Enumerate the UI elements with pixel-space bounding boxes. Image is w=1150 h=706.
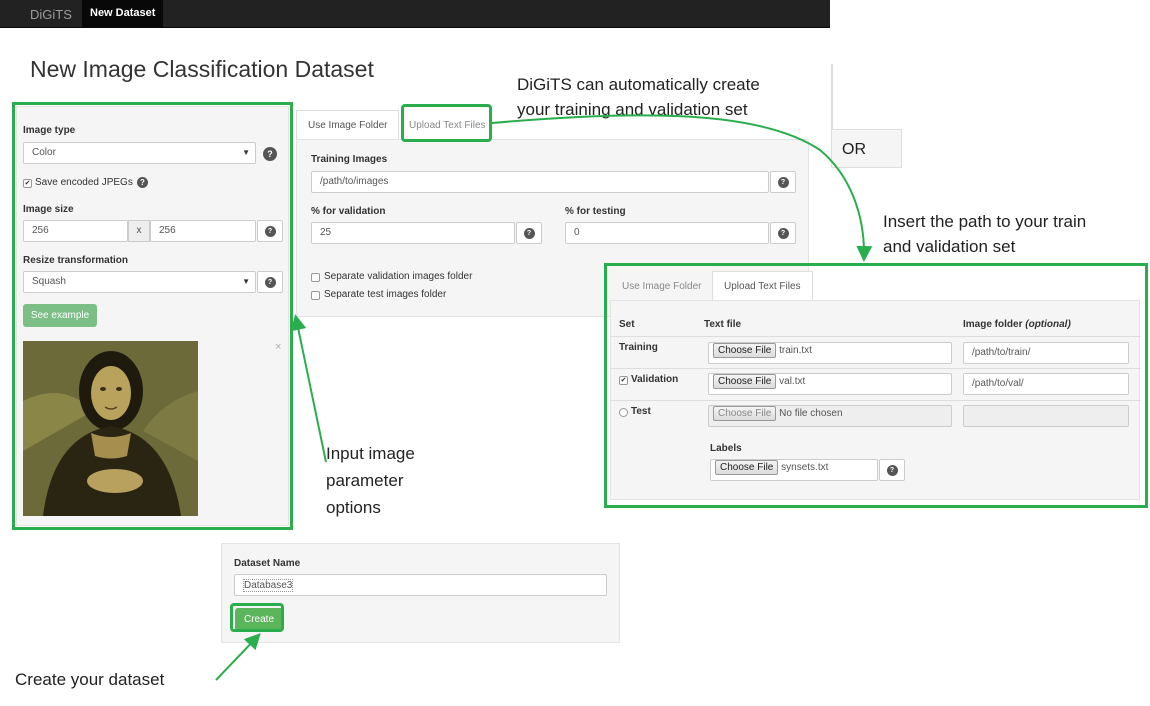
training-images-input[interactable]: /path/to/images [311, 171, 769, 193]
validation-percent-label: % for validation [311, 206, 386, 217]
text-files-highlight [604, 263, 1148, 508]
annotation-create-dataset: Create your dataset [15, 670, 165, 689]
annotation-input-params: Input image parameter options [326, 444, 415, 517]
create-highlight [230, 603, 284, 632]
training-images-label: Training Images [311, 154, 388, 165]
dataset-name-label: Dataset Name [234, 558, 301, 569]
top-navbar: DiGiTS New Dataset [0, 0, 830, 28]
or-box: OR [831, 129, 902, 168]
page-title: New Image Classification Dataset [30, 56, 374, 82]
separate-test-label: Separate test images folder [324, 289, 447, 300]
validation-help-button[interactable]: ? [516, 222, 542, 244]
or-box-divider [831, 64, 833, 130]
help-icon: ? [777, 176, 789, 188]
or-label: OR [842, 141, 866, 158]
training-help-button[interactable]: ? [770, 171, 796, 193]
testing-percent-label: % for testing [565, 206, 626, 217]
help-icon: ? [777, 227, 789, 239]
brand-logo[interactable]: DiGiTS [30, 7, 72, 22]
annotation-insert-path: Insert the path to your train and valida… [883, 212, 1087, 256]
validation-percent-input[interactable]: 25 [311, 222, 515, 244]
testing-help-button[interactable]: ? [770, 222, 796, 244]
arrow-to-input-options [290, 314, 327, 463]
nav-new-dataset[interactable]: New Dataset [82, 0, 164, 28]
tab-use-image-folder[interactable]: Use Image Folder [296, 110, 400, 140]
testing-percent-input[interactable]: 0 [565, 222, 769, 244]
help-icon: ? [523, 227, 535, 239]
separate-validation-label: Separate validation images folder [324, 271, 473, 282]
input-options-highlight [12, 102, 293, 530]
upload-tab-highlight [401, 104, 492, 142]
annotation-auto-create: DiGiTS can automatically create your tra… [517, 75, 760, 119]
separate-test-checkbox[interactable] [311, 291, 320, 300]
separate-validation-checkbox[interactable] [311, 273, 320, 282]
dataset-name-input[interactable]: Database3 [234, 574, 607, 596]
